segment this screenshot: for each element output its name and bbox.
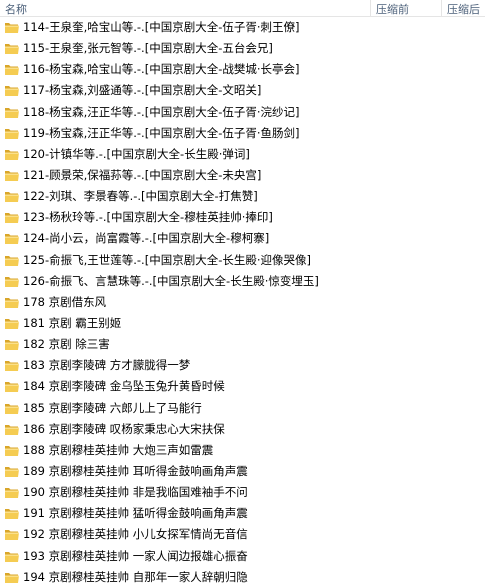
folder-icon bbox=[4, 148, 20, 161]
file-name: 125-俞振飞,王世莲等.-.[中国京剧大全-长生殿·迎像哭像] bbox=[23, 252, 311, 267]
file-row[interactable]: 183 京剧李陵碑 方才朦胧得一梦 bbox=[0, 355, 485, 376]
file-row[interactable]: 194 京剧穆桂英挂帅 自那年一家人辞朝归隐 bbox=[0, 567, 485, 588]
folder-icon bbox=[4, 42, 20, 55]
file-row[interactable]: 124-尚小云，尚富霞等.-.[中国京剧大全-穆柯寨] bbox=[0, 228, 485, 249]
folder-icon bbox=[4, 254, 20, 267]
file-name: 181 京剧 霸王别姬 bbox=[23, 315, 122, 330]
file-row[interactable]: 178 京剧借东风 bbox=[0, 292, 485, 313]
file-name: 116-杨宝森,哈宝山等.-.[中国京剧大全-战樊城·长亭会] bbox=[23, 62, 300, 77]
file-row[interactable]: 185 京剧李陵碑 六郎儿上了马能行 bbox=[0, 398, 485, 419]
folder-icon bbox=[4, 84, 20, 97]
file-name: 182 京剧 除三害 bbox=[23, 337, 110, 352]
folder-icon bbox=[4, 127, 20, 140]
file-name: 194 京剧穆桂英挂帅 自那年一家人辞朝归隐 bbox=[23, 569, 248, 584]
file-row[interactable]: 121-顾景荣,保福荪等.-.[中国京剧大全-未央宫] bbox=[0, 165, 485, 186]
file-name: 122-刘琪、李景春等.-.[中国京剧大全-打焦赞] bbox=[23, 189, 258, 204]
file-name: 185 京剧李陵碑 六郎儿上了马能行 bbox=[23, 400, 202, 415]
folder-icon bbox=[4, 317, 20, 330]
folder-icon bbox=[4, 106, 20, 119]
file-name: 117-杨宝森,刘盛通等.-.[中国京剧大全-文昭关] bbox=[23, 83, 262, 98]
file-row[interactable]: 181 京剧 霸王别姬 bbox=[0, 313, 485, 334]
folder-icon bbox=[4, 423, 20, 436]
folder-icon bbox=[4, 571, 20, 584]
file-row[interactable]: 191 京剧穆桂英挂帅 猛听得金鼓响画角声震 bbox=[0, 503, 485, 524]
file-name: 115-王泉奎,张元智等.-.[中国京剧大全-五台会兄] bbox=[23, 41, 273, 56]
file-row[interactable]: 190 京剧穆桂英挂帅 非是我临国难袖手不问 bbox=[0, 482, 485, 503]
file-name: 120-计镇华等.-.[中国京剧大全-长生殿·弹词] bbox=[23, 146, 250, 161]
folder-icon bbox=[4, 444, 20, 457]
folder-icon bbox=[4, 190, 20, 203]
file-name: 121-顾景荣,保福荪等.-.[中国京剧大全-未央宫] bbox=[23, 167, 262, 182]
file-row[interactable]: 116-杨宝森,哈宝山等.-.[中国京剧大全-战樊城·长亭会] bbox=[0, 59, 485, 80]
file-row[interactable]: 114-王泉奎,哈宝山等.-.[中国京剧大全-伍子胥·刺王僚] bbox=[0, 17, 485, 38]
file-name: 188 京剧穆桂英挂帅 大炮三声如雷震 bbox=[23, 442, 214, 457]
folder-icon bbox=[4, 528, 20, 541]
file-name: 189 京剧穆桂英挂帅 耳听得金鼓响画角声震 bbox=[23, 463, 248, 478]
file-row[interactable]: 188 京剧穆桂英挂帅 大炮三声如雷震 bbox=[0, 440, 485, 461]
file-name: 193 京剧穆桂英挂帅 一家人闻边报雄心振奋 bbox=[23, 548, 248, 563]
folder-icon bbox=[4, 21, 20, 34]
column-divider[interactable] bbox=[370, 0, 371, 16]
file-row[interactable]: 117-杨宝森,刘盛通等.-.[中国京剧大全-文昭关] bbox=[0, 80, 485, 101]
folder-icon bbox=[4, 232, 20, 245]
file-row[interactable]: 118-杨宝森,汪正华等.-.[中国京剧大全-伍子胥·浣纱记] bbox=[0, 102, 485, 123]
file-row[interactable]: 184 京剧李陵碑 金乌坠玉兔升黄昏时候 bbox=[0, 376, 485, 397]
column-header-name[interactable]: 名称 bbox=[5, 1, 27, 17]
folder-icon bbox=[4, 486, 20, 499]
file-row[interactable]: 189 京剧穆桂英挂帅 耳听得金鼓响画角声震 bbox=[0, 461, 485, 482]
folder-icon bbox=[4, 63, 20, 76]
file-name: 192 京剧穆桂英挂帅 小儿女探军情尚无音信 bbox=[23, 527, 248, 542]
folder-icon bbox=[4, 380, 20, 393]
file-row[interactable]: 186 京剧李陵碑 叹杨家秉忠心大宋扶保 bbox=[0, 419, 485, 440]
file-name: 191 京剧穆桂英挂帅 猛听得金鼓响画角声震 bbox=[23, 506, 248, 521]
file-row[interactable]: 192 京剧穆桂英挂帅 小儿女探军情尚无音信 bbox=[0, 524, 485, 545]
folder-icon bbox=[4, 275, 20, 288]
file-row[interactable]: 120-计镇华等.-.[中国京剧大全-长生殿·弹词] bbox=[0, 144, 485, 165]
file-list: 114-王泉奎,哈宝山等.-.[中国京剧大全-伍子胥·刺王僚] 115-王泉奎,张… bbox=[0, 17, 485, 588]
list-header: 名称 压缩前 压缩后 bbox=[0, 0, 485, 17]
file-name: 126-俞振飞、言慧珠等.-.[中国京剧大全-长生殿·惊变埋玉] bbox=[23, 273, 319, 288]
column-header-compressed-after[interactable]: 压缩后 bbox=[447, 1, 480, 17]
file-name: 124-尚小云，尚富霞等.-.[中国京剧大全-穆柯寨] bbox=[23, 231, 270, 246]
file-name: 119-杨宝森,汪正华等.-.[中国京剧大全-伍子胥·鱼肠剑] bbox=[23, 125, 300, 140]
file-name: 186 京剧李陵碑 叹杨家秉忠心大宋扶保 bbox=[23, 421, 225, 436]
folder-icon bbox=[4, 507, 20, 520]
file-row[interactable]: 115-王泉奎,张元智等.-.[中国京剧大全-五台会兄] bbox=[0, 38, 485, 59]
file-name: 114-王泉奎,哈宝山等.-.[中国京剧大全-伍子胥·刺王僚] bbox=[23, 20, 300, 34]
folder-icon bbox=[4, 338, 20, 351]
file-name: 190 京剧穆桂英挂帅 非是我临国难袖手不问 bbox=[23, 485, 248, 500]
file-row[interactable]: 126-俞振飞、言慧珠等.-.[中国京剧大全-长生殿·惊变埋玉] bbox=[0, 271, 485, 292]
file-name: 123-杨秋玲等.-.[中国京剧大全-穆桂英挂帅·捧印] bbox=[23, 210, 273, 225]
folder-icon bbox=[4, 402, 20, 415]
file-row[interactable]: 125-俞振飞,王世莲等.-.[中国京剧大全-长生殿·迎像哭像] bbox=[0, 250, 485, 271]
file-row[interactable]: 119-杨宝森,汪正华等.-.[中国京剧大全-伍子胥·鱼肠剑] bbox=[0, 123, 485, 144]
column-divider[interactable] bbox=[441, 0, 442, 16]
file-name: 184 京剧李陵碑 金乌坠玉兔升黄昏时候 bbox=[23, 379, 225, 394]
folder-icon bbox=[4, 465, 20, 478]
folder-icon bbox=[4, 296, 20, 309]
file-row[interactable]: 123-杨秋玲等.-.[中国京剧大全-穆桂英挂帅·捧印] bbox=[0, 207, 485, 228]
folder-icon bbox=[4, 169, 20, 182]
folder-icon bbox=[4, 359, 20, 372]
column-header-compressed-before[interactable]: 压缩前 bbox=[376, 1, 409, 17]
file-name: 118-杨宝森,汪正华等.-.[中国京剧大全-伍子胥·浣纱记] bbox=[23, 104, 300, 119]
file-row[interactable]: 182 京剧 除三害 bbox=[0, 334, 485, 355]
file-row[interactable]: 193 京剧穆桂英挂帅 一家人闻边报雄心振奋 bbox=[0, 546, 485, 567]
file-name: 183 京剧李陵碑 方才朦胧得一梦 bbox=[23, 358, 191, 373]
folder-icon bbox=[4, 550, 20, 563]
file-row[interactable]: 122-刘琪、李景春等.-.[中国京剧大全-打焦赞] bbox=[0, 186, 485, 207]
folder-icon bbox=[4, 211, 20, 224]
file-name: 178 京剧借东风 bbox=[23, 294, 107, 309]
